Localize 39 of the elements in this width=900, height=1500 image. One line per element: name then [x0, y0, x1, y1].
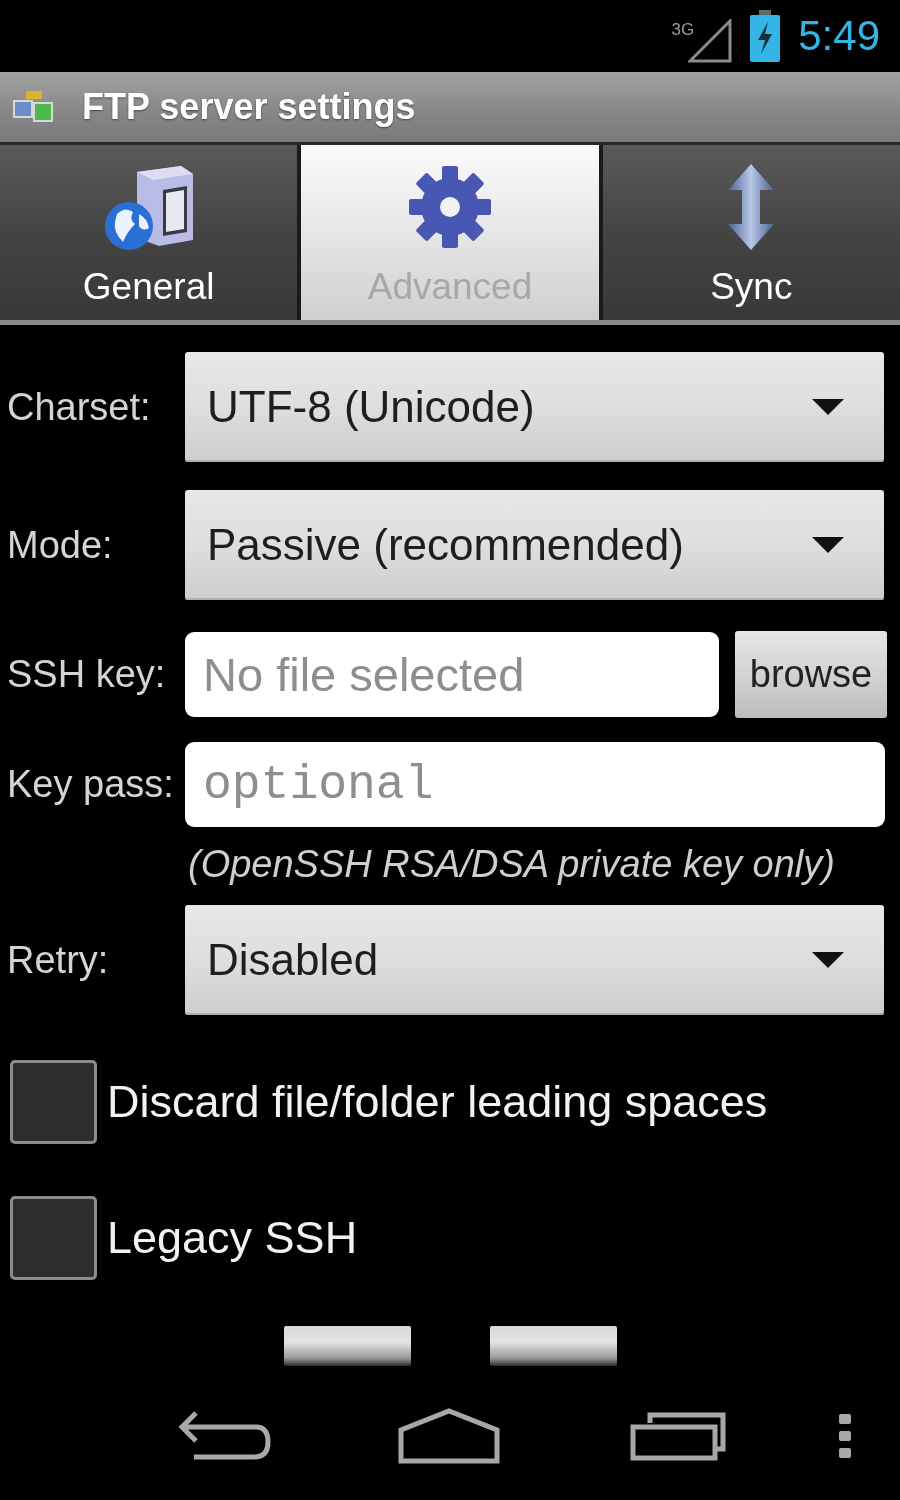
network-type-text: 3G [671, 21, 695, 38]
clock-text: 5:49 [798, 15, 880, 57]
app-icon [12, 89, 56, 125]
recent-apps-button[interactable] [630, 1411, 726, 1461]
tab[interactable]: Sync [602, 145, 900, 320]
field-label: SSH key: [6, 653, 167, 696]
hint-text: (OpenSSH RSA/DSA private key only) [187, 842, 836, 887]
field-label: Mode: [6, 523, 114, 567]
battery-charging-icon [750, 10, 781, 62]
home-icon [398, 1408, 500, 1464]
file-path-field[interactable]: No file selected [185, 632, 719, 717]
overflow-menu-icon [839, 1414, 851, 1458]
up-down-arrow-icon [728, 164, 775, 250]
dropdown[interactable]: Passive (recommended) [185, 490, 884, 600]
checkbox[interactable] [10, 1196, 97, 1280]
blank-button[interactable] [489, 1326, 617, 1366]
caret-icon [812, 399, 844, 415]
overflow-menu-button[interactable] [839, 1414, 851, 1458]
recent-apps-icon [630, 1411, 726, 1461]
blank-button[interactable] [283, 1326, 411, 1366]
dropdown[interactable]: UTF-8 (Unicode) [185, 352, 884, 462]
server-globe-icon [102, 163, 195, 251]
gear-icon [407, 164, 493, 250]
home-button[interactable] [398, 1408, 500, 1464]
back-icon [178, 1411, 272, 1461]
checkbox-label[interactable]: Legacy SSH [107, 1212, 358, 1264]
window-title: FTP server settings [82, 86, 416, 128]
back-button[interactable] [178, 1411, 272, 1461]
checkbox-label[interactable]: Discard file/folder leading spaces [107, 1076, 768, 1128]
browse-button[interactable]: browse [735, 631, 887, 718]
caret-icon [812, 952, 844, 968]
checkbox[interactable] [10, 1060, 97, 1144]
field-label: Charset: [6, 385, 152, 429]
caret-icon [812, 537, 844, 553]
tab[interactable]: General [0, 145, 298, 320]
password-field[interactable]: optional [185, 742, 885, 827]
field-label: Key pass: [6, 763, 175, 806]
dropdown[interactable]: Disabled [185, 905, 884, 1015]
field-label: Retry: [6, 938, 110, 982]
